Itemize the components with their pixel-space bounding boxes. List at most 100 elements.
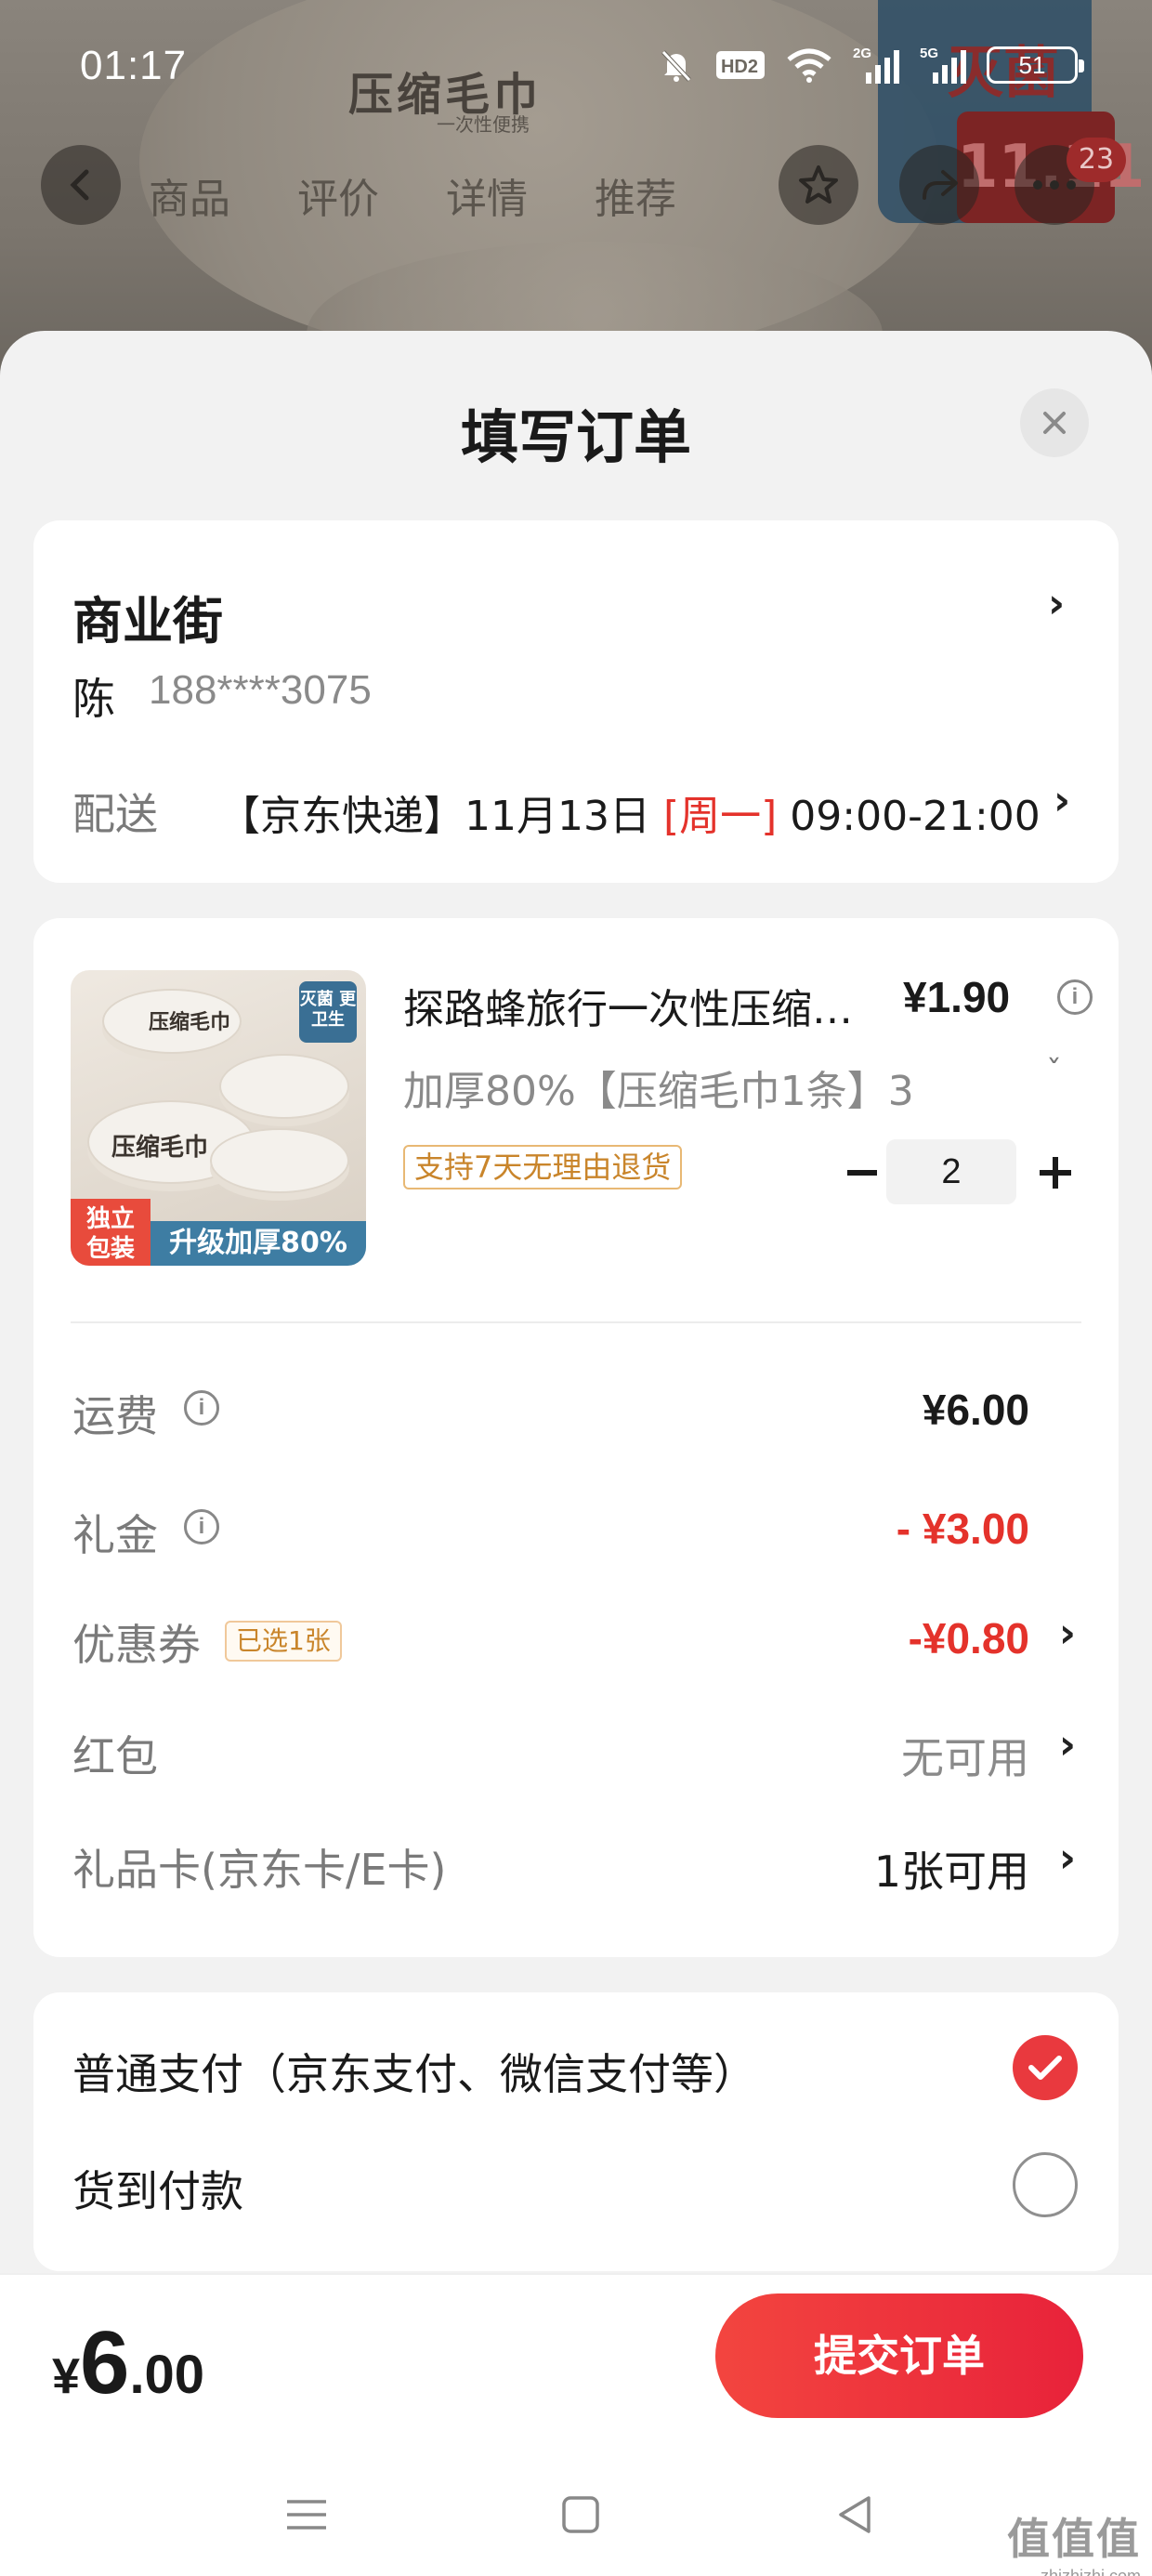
product-title[interactable]: 探路蜂旅行一次性压缩毛巾: [403, 976, 868, 1035]
coupon-chevron-right-icon: ›: [1058, 1610, 1076, 1657]
gift-money-info-icon[interactable]: i: [184, 1509, 219, 1544]
minus-icon: [847, 1170, 877, 1176]
divider: [71, 1321, 1081, 1323]
product-price: ¥1.90: [903, 973, 1011, 1021]
cart-count-badge: 23: [1067, 138, 1126, 182]
chevron-left-icon: [70, 169, 89, 201]
red-packet-row[interactable]: 红包 无可用 ›: [33, 1715, 1119, 1790]
coupon-row[interactable]: 优惠券 已选1张 -¥0.80 ›: [33, 1604, 1119, 1678]
shipping-fee-label: 运费: [72, 1391, 158, 1441]
signal-2g-label: 2G: [853, 46, 871, 61]
quantity-input[interactable]: 2: [886, 1139, 1016, 1204]
gift-money-label: 礼金: [72, 1510, 158, 1560]
delivery-time-window: 09:00-21:00: [777, 793, 1041, 840]
status-bar: 01:17 HD2 2G 5G 51: [0, 0, 1152, 139]
status-icons: HD2 2G 5G 51: [658, 45, 1084, 85]
watermark: 值值值 zhizhizhi.com: [1007, 2505, 1141, 2576]
total-integer: 6: [80, 2313, 130, 2412]
back-triangle-icon: [839, 2496, 871, 2533]
payment-option-normal[interactable]: 普通支付（京东支付、微信支付等）: [33, 2024, 1119, 2108]
delivery-schedule[interactable]: 【京东快递】11月13日 [周一] 09:00-21:00: [219, 782, 1041, 842]
background-tab-reviews[interactable]: 评价: [297, 165, 379, 225]
delivery-label: 配送: [72, 789, 158, 839]
delivery-carrier-date: 【京东快递】11月13日: [219, 793, 663, 840]
gift-money-row: 礼金 i - ¥3.00: [33, 1494, 1119, 1569]
signal-5g-icon: 5G: [920, 46, 966, 84]
mute-bell-icon: [661, 50, 691, 82]
gift-money-value: - ¥3.00: [896, 1505, 1029, 1553]
hd-icon: HD2: [716, 51, 765, 79]
hd-label: HD2: [721, 57, 758, 77]
coupon-selected-tag: 已选1张: [225, 1621, 342, 1662]
order-card: 压缩毛巾 压缩毛巾 灭菌 更卫生 独立 包装 升级加厚80% 探路蜂旅行一次性压…: [33, 918, 1119, 1957]
spec-chevron-down-icon[interactable]: ˇ: [1046, 1054, 1062, 1091]
quantity-decrease-button[interactable]: [834, 1145, 890, 1201]
payment-option-cod[interactable]: 货到付款: [33, 2141, 1119, 2225]
home-key[interactable]: [553, 2487, 609, 2543]
plus-icon: [1040, 1157, 1071, 1189]
recipient-name: 陈: [72, 674, 115, 724]
battery-indicator: 51: [987, 46, 1084, 84]
payment-normal-radio[interactable]: [1013, 2035, 1078, 2100]
product-image[interactable]: 压缩毛巾 压缩毛巾 灭菌 更卫生 独立 包装 升级加厚80%: [71, 970, 366, 1266]
system-navigation-bar: 值值值 zhizhizhi.com: [0, 2450, 1152, 2576]
shipping-info-icon[interactable]: i: [184, 1390, 219, 1426]
quantity-increase-button[interactable]: [1028, 1145, 1083, 1201]
watermark-sub: zhizhizhi.com: [1040, 2567, 1141, 2576]
product-image-label: 压缩毛巾: [149, 1011, 231, 1034]
back-button[interactable]: [41, 145, 121, 225]
status-time: 01:17: [80, 43, 188, 88]
return-policy-tag: 支持7天无理由退货: [403, 1145, 683, 1189]
address-street: 商业街: [72, 592, 223, 651]
payment-cod-label: 货到付款: [72, 2166, 243, 2216]
gift-card-label: 礼品卡(京东卡/E卡): [72, 1845, 447, 1895]
product-image-strip: 升级加厚80%: [151, 1221, 366, 1266]
wifi-icon: [787, 48, 831, 83]
more-icon: [1033, 180, 1076, 190]
product-image-badge: 灭菌 更卫生: [299, 981, 357, 1043]
payment-cod-radio[interactable]: [1013, 2152, 1078, 2217]
home-square-icon: [562, 2496, 599, 2533]
checkout-bar: ¥6.00 提交订单: [0, 2273, 1152, 2450]
address-card[interactable]: 商业街 › 陈 188****3075 配送 【京东快递】11月13日 [周一]…: [33, 520, 1119, 883]
menu-key[interactable]: [279, 2487, 334, 2543]
delivery-chevron-right-icon: ›: [1054, 777, 1071, 824]
delivery-weekday: [周一]: [662, 793, 778, 840]
background-tab-recommend[interactable]: 推荐: [595, 165, 676, 225]
product-image-label-large: 压缩毛巾: [111, 1134, 209, 1162]
product-image-disc: [219, 1054, 349, 1119]
total-decimal: .00: [129, 2345, 205, 2405]
back-key[interactable]: [827, 2487, 883, 2543]
shipping-fee-row: 运费 i ¥6.00: [33, 1375, 1119, 1450]
product-spec[interactable]: 加厚80%【压缩毛巾1条】3: [403, 1058, 1016, 1117]
share-button[interactable]: [899, 145, 979, 225]
order-sheet: 填写订单 商业街 › 陈 188****3075 配送 【京东快递】11月13日…: [0, 331, 1152, 2576]
gift-card-value: 1张可用: [873, 1847, 1029, 1897]
background-tab-product[interactable]: 商品: [149, 165, 230, 225]
signal-2g-icon: 2G: [853, 46, 899, 84]
payment-normal-label: 普通支付（京东支付、微信支付等）: [72, 2049, 756, 2099]
close-button[interactable]: [1020, 388, 1089, 457]
payment-card: 普通支付（京东支付、微信支付等） 货到付款: [33, 1992, 1119, 2271]
checkmark-icon: [1028, 2056, 1062, 2080]
gift-card-row[interactable]: 礼品卡(京东卡/E卡) 1张可用 ›: [33, 1829, 1119, 1903]
coupon-label: 优惠券: [72, 1620, 201, 1670]
share-icon: [923, 170, 958, 200]
submit-order-button[interactable]: 提交订单: [715, 2293, 1083, 2418]
shipping-fee-value: ¥6.00: [922, 1386, 1029, 1434]
sheet-title: 填写订单: [460, 403, 691, 471]
menu-icon: [287, 2500, 326, 2530]
red-packet-chevron-right-icon: ›: [1058, 1721, 1076, 1768]
price-info-icon[interactable]: i: [1057, 979, 1093, 1015]
coupon-value: -¥0.80: [908, 1614, 1029, 1663]
close-icon: [1043, 412, 1066, 434]
recipient-phone: 188****3075: [149, 667, 372, 713]
favorite-button[interactable]: [779, 145, 858, 225]
product-image-disc: [210, 1128, 349, 1193]
watermark-main: 值值值: [1007, 2514, 1141, 2564]
product-image-corner-badge: 独立 包装: [71, 1199, 151, 1266]
background-tab-details[interactable]: 详情: [446, 165, 528, 225]
gift-card-chevron-right-icon: ›: [1058, 1834, 1076, 1882]
red-packet-label: 红包: [72, 1731, 158, 1781]
address-chevron-right-icon: ›: [1048, 580, 1066, 627]
